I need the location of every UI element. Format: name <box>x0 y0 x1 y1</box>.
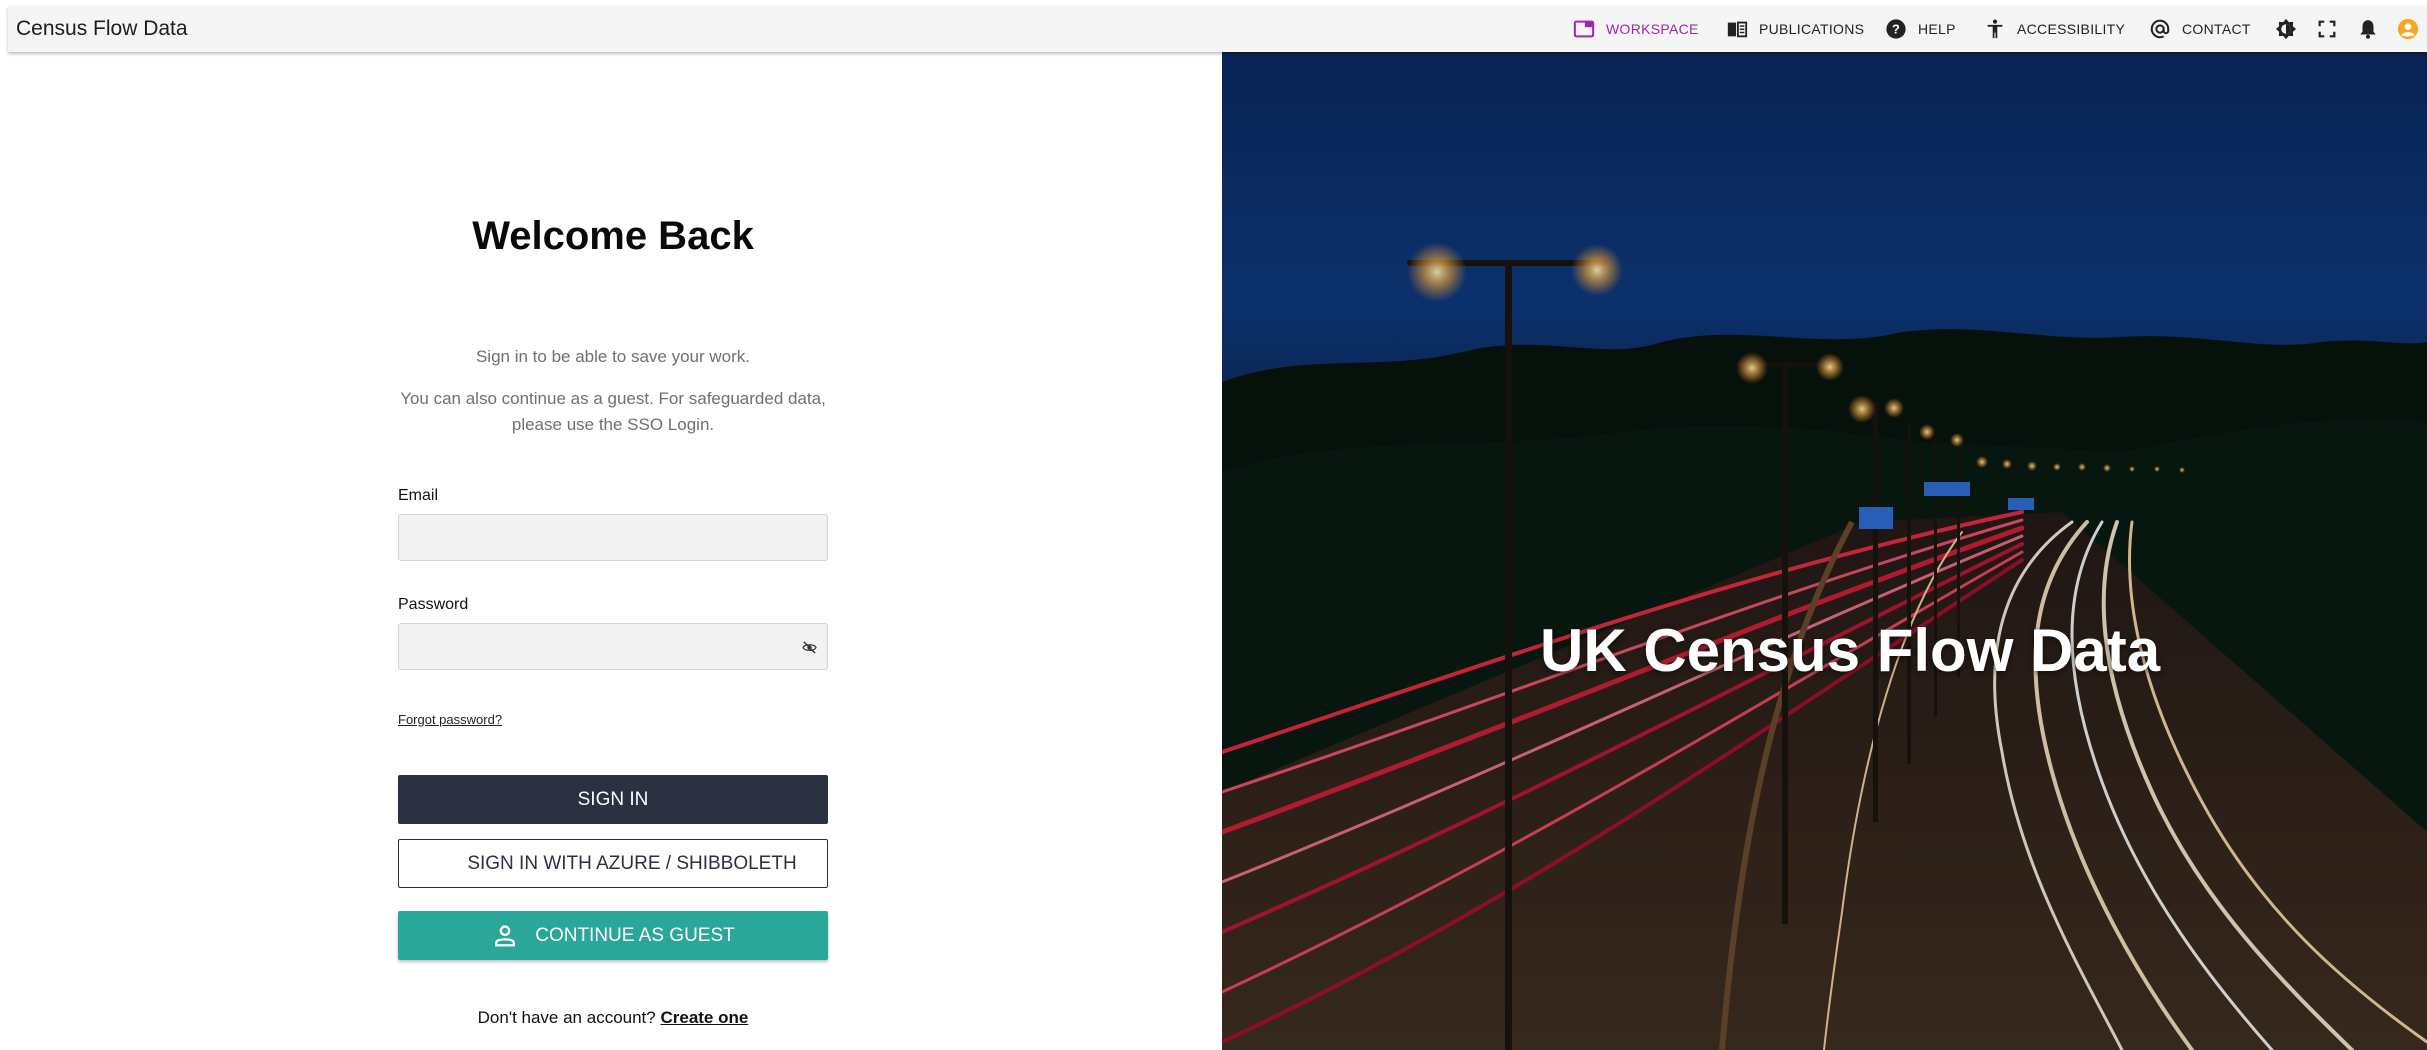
no-account-text: Don't have an account? <box>477 1008 656 1027</box>
workspace-icon <box>1573 20 1595 38</box>
visibility-off-icon[interactable] <box>802 640 817 655</box>
create-account-link[interactable]: Create one <box>660 1008 748 1027</box>
sign-in-button[interactable]: SIGN IN <box>398 775 828 824</box>
continue-as-guest-button[interactable]: CONTINUE AS GUEST <box>398 911 828 960</box>
nav-contact-label: CONTACT <box>2182 21 2251 37</box>
nav-publications[interactable]: PUBLICATIONS <box>1726 6 1864 52</box>
password-field-wrapper <box>398 623 828 670</box>
nav-accessibility-label: ACCESSIBILITY <box>2017 21 2126 37</box>
nav-contact[interactable]: CONTACT <box>2149 6 2251 52</box>
nav-workspace-label: WORKSPACE <box>1606 21 1699 37</box>
theme-toggle-icon[interactable] <box>2275 18 2297 40</box>
top-app-bar: Census Flow Data WORKSPACE PUBLICATIONS … <box>8 6 2427 52</box>
welcome-heading: Welcome Back <box>472 214 754 258</box>
signin-subtitle: Sign in to be able to save your work. <box>475 347 751 366</box>
contact-icon <box>2150 19 2170 39</box>
forgot-password-link[interactable]: Forgot password? <box>398 712 502 727</box>
person-icon <box>495 924 516 946</box>
account-icon[interactable] <box>2397 18 2419 40</box>
password-label: Password <box>398 596 469 613</box>
hero-title: UK Census Flow Data <box>1540 617 2161 684</box>
sso-sign-in-button-label: SIGN IN WITH AZURE / SHIBBOLETH <box>467 852 797 874</box>
email-label: Email <box>398 487 439 504</box>
continue-as-guest-label: CONTINUE AS GUEST <box>535 924 735 946</box>
help-icon: ? <box>1886 19 1906 39</box>
sign-in-button-label: SIGN IN <box>577 788 649 810</box>
nav-help[interactable]: ? HELP <box>1885 6 1956 52</box>
publications-icon <box>1727 21 1748 38</box>
nav-accessibility[interactable]: ACCESSIBILITY <box>1984 6 2125 52</box>
create-account-prompt: Don't have an account? Create one <box>0 1008 1226 1028</box>
email-field[interactable] <box>399 515 827 560</box>
nav-publications-label: PUBLICATIONS <box>1759 21 1865 37</box>
nav-workspace[interactable]: WORKSPACE <box>1573 6 1699 52</box>
email-field-wrapper <box>398 514 828 561</box>
app-title[interactable]: Census Flow Data <box>16 17 188 41</box>
svg-text:?: ? <box>1892 22 1900 37</box>
sso-sign-in-button[interactable]: SIGN IN WITH AZURE / SHIBBOLETH <box>398 839 828 888</box>
notifications-icon[interactable] <box>2357 18 2379 40</box>
fullscreen-icon[interactable] <box>2316 18 2338 40</box>
password-field[interactable] <box>399 624 827 669</box>
nav-help-label: HELP <box>1918 21 1956 37</box>
motorway-night-photo <box>1222 52 2427 1050</box>
accessibility-icon <box>1987 19 2003 39</box>
guest-note-line1: You can also continue as a guest. For sa… <box>400 389 826 408</box>
guest-note-line2: please use the SSO Login. <box>511 415 715 434</box>
hero-image: UK Census Flow Data <box>1222 52 2427 1050</box>
